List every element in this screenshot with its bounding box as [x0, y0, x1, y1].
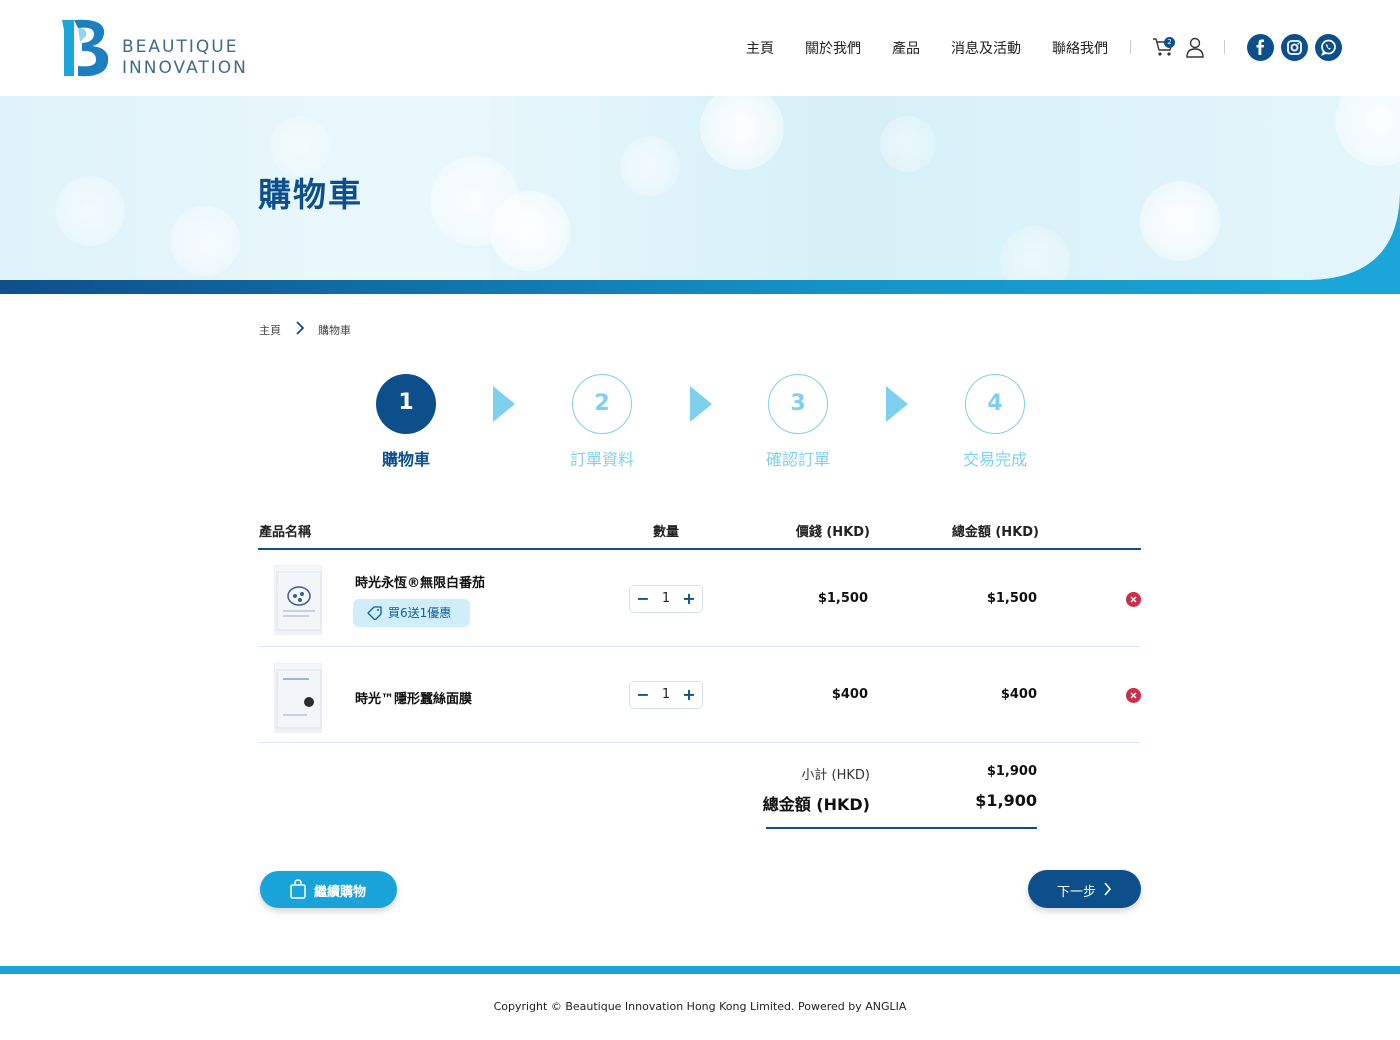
- main-nav: 主頁 關於我們 產品 消息及活動 聯絡我們: [746, 38, 1108, 58]
- next-step-button[interactable]: 下一步: [1028, 870, 1141, 908]
- breadcrumb-current: 購物車: [318, 324, 351, 337]
- promo-badge: 買6送1優惠: [353, 599, 470, 627]
- close-icon: [1130, 596, 1137, 603]
- qty-value[interactable]: 1: [652, 586, 680, 612]
- product-image[interactable]: [274, 663, 322, 733]
- table-header-divider: [258, 548, 1141, 550]
- qty-increase-button[interactable]: +: [678, 586, 700, 612]
- row-divider: [258, 742, 1141, 743]
- continue-shopping-label: 繼續購物: [314, 885, 367, 900]
- brand-name-line1: BEAUTIQUE: [122, 37, 239, 57]
- row-total: $1,500: [986, 591, 1037, 606]
- close-icon: [1130, 692, 1137, 699]
- footer-bar: [0, 966, 1400, 974]
- brand-logo[interactable]: BEAUTIQUE INNOVATION: [60, 16, 290, 80]
- remove-item-button[interactable]: [1126, 688, 1141, 703]
- qty-value[interactable]: 1: [652, 682, 680, 708]
- chevron-right-icon: [1104, 882, 1112, 896]
- quantity-stepper: − 1 +: [629, 681, 703, 709]
- nav-divider: [1224, 40, 1225, 54]
- step-2-circle: 2: [572, 374, 632, 434]
- shopping-bag-icon: [290, 879, 306, 899]
- nav-home[interactable]: 主頁: [746, 38, 774, 58]
- row-price: $400: [831, 687, 868, 702]
- step-1-circle: 1: [376, 374, 436, 434]
- product-box-icon: [276, 669, 322, 729]
- summary-divider: [766, 827, 1037, 829]
- step-3-label: 確認訂單: [765, 450, 830, 469]
- step-4-circle: 4: [965, 374, 1025, 434]
- product-box-icon: [276, 571, 322, 631]
- facebook-icon: [1256, 39, 1264, 55]
- continue-shopping-button[interactable]: 繼續購物: [260, 871, 397, 908]
- user-icon[interactable]: [1186, 37, 1204, 59]
- step-3-circle: 3: [768, 374, 828, 434]
- facebook-link[interactable]: [1247, 34, 1274, 61]
- next-step-label: 下一步: [1057, 885, 1097, 900]
- col-header-price: 價錢 (HKD): [795, 525, 870, 540]
- page-title: 購物車: [258, 175, 363, 214]
- quantity-stepper: − 1 +: [629, 585, 703, 613]
- instagram-icon: [1287, 40, 1302, 55]
- logo-mark-icon: [62, 19, 109, 77]
- nav-products[interactable]: 產品: [892, 38, 920, 58]
- step-2-label: 訂單資料: [569, 450, 634, 469]
- tag-icon: [367, 606, 382, 620]
- chevron-right-icon: [296, 321, 305, 335]
- step-arrow-icon: [690, 386, 712, 422]
- step-1-label: 購物車: [381, 450, 430, 469]
- qty-decrease-button[interactable]: −: [632, 586, 654, 612]
- whatsapp-link[interactable]: [1315, 34, 1342, 61]
- step-arrow-icon: [886, 386, 908, 422]
- nav-news[interactable]: 消息及活動: [951, 38, 1021, 58]
- total-value: $1,900: [975, 791, 1037, 810]
- row-total: $400: [1000, 687, 1037, 702]
- banner-background: [0, 96, 1400, 294]
- col-header-total: 總金額 (HKD): [951, 525, 1039, 540]
- footer-copyright: Copyright © Beautique Innovation Hong Ko…: [493, 1000, 907, 1013]
- remove-item-button[interactable]: [1126, 592, 1141, 607]
- subtotal-value: $1,900: [986, 764, 1037, 779]
- promo-label: 買6送1優惠: [388, 606, 452, 620]
- qty-decrease-button[interactable]: −: [632, 682, 654, 708]
- instagram-link[interactable]: [1281, 34, 1308, 61]
- total-label: 總金額 (HKD): [762, 795, 870, 814]
- breadcrumb-home[interactable]: 主頁: [259, 322, 281, 338]
- cart-count-badge: 2: [1164, 37, 1175, 48]
- nav-divider: [1130, 40, 1131, 54]
- product-image[interactable]: [274, 565, 322, 635]
- brand-name-line2: INNOVATION: [122, 58, 248, 78]
- nav-contact[interactable]: 聯絡我們: [1052, 38, 1108, 58]
- col-header-product: 產品名稱: [259, 525, 312, 540]
- qty-increase-button[interactable]: +: [678, 682, 700, 708]
- col-header-qty: 數量: [653, 525, 680, 540]
- banner-curve-decoration: [1280, 194, 1400, 294]
- product-name[interactable]: 時光永恆®無限白番茄: [355, 572, 485, 591]
- subtotal-label: 小計 (HKD): [801, 768, 870, 783]
- site-header: BEAUTIQUE INNOVATION 主頁 關於我們 產品 消息及活動 聯絡…: [0, 0, 1400, 96]
- whatsapp-icon: [1321, 39, 1336, 56]
- product-name[interactable]: 時光™隱形蠶絲面膜: [355, 688, 472, 707]
- page-banner: [0, 96, 1400, 294]
- banner-stripe: [0, 280, 1400, 294]
- step-4-label: 交易完成: [962, 450, 1027, 469]
- row-price: $1,500: [817, 591, 868, 606]
- step-arrow-icon: [493, 386, 515, 422]
- nav-about[interactable]: 關於我們: [805, 38, 861, 58]
- row-divider: [258, 646, 1141, 647]
